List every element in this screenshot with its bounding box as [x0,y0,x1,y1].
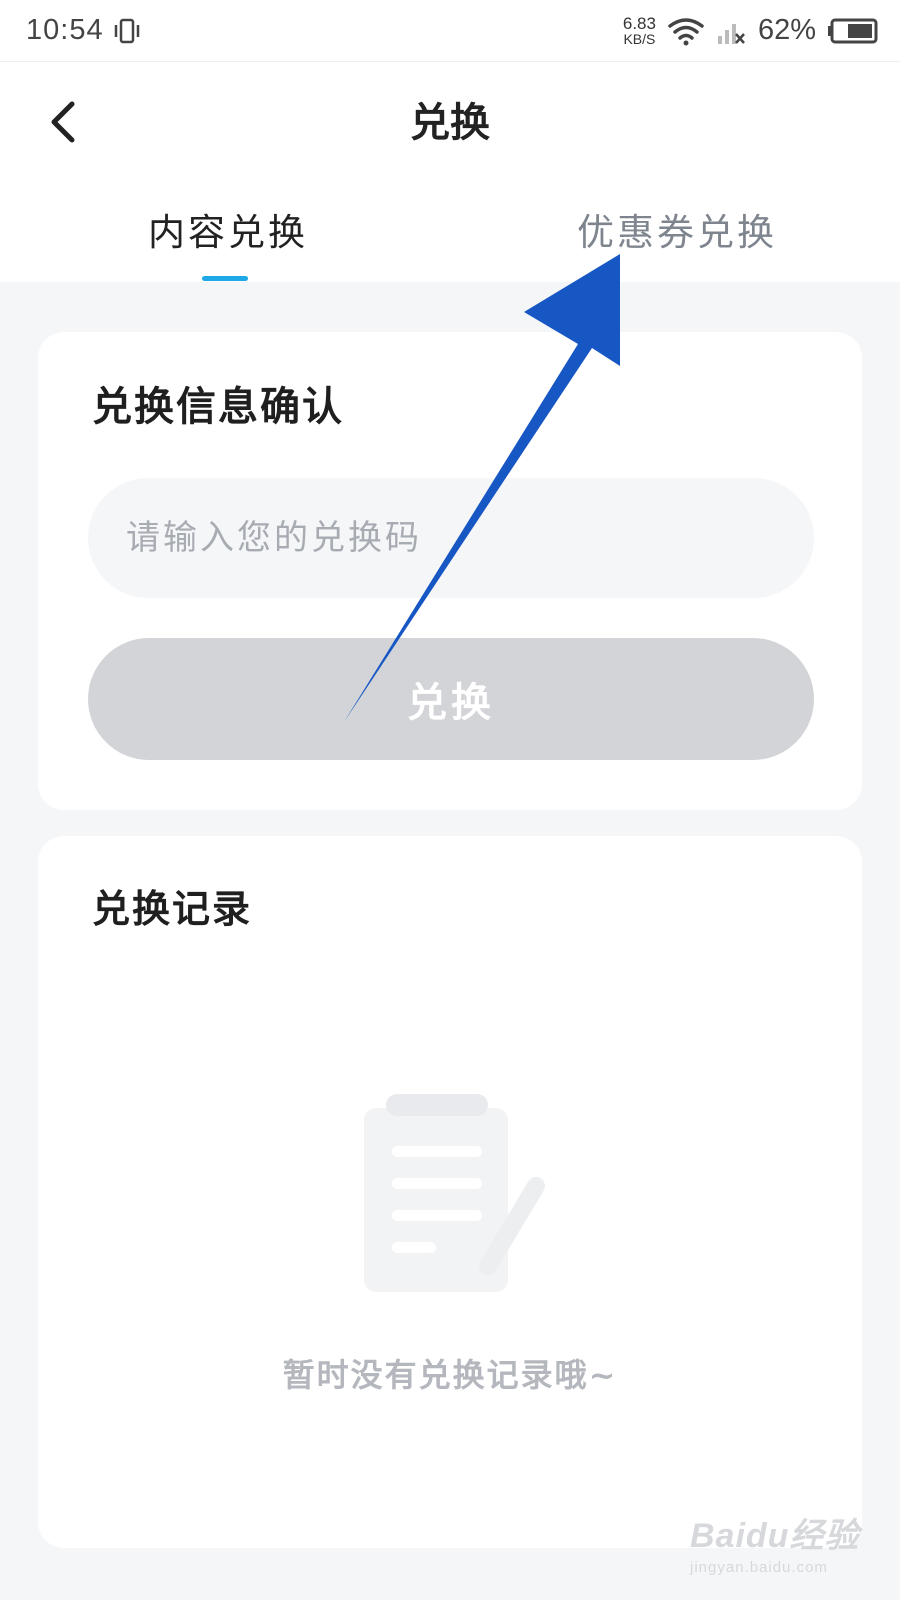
network-speed: 6.83 KB/S [623,15,656,46]
tab-coupon-redeem[interactable]: 优惠券兑换 [577,202,777,256]
clipboard-empty-icon [364,1094,545,1292]
status-time: 10:54 [26,14,104,46]
network-speed-value: 6.83 [622,14,656,33]
watermark-brand: Baidu经验 [690,1517,860,1555]
signal-off-icon [717,23,745,44]
app-header: 兑换 内容兑换 优惠券兑换 [0,62,900,282]
redeem-button[interactable]: 兑换 [88,638,814,760]
redeem-code-input[interactable] [88,478,814,598]
empty-state-text: 暂时没有兑换记录哦~ [282,1356,618,1394]
status-indicators: 6.83 KB/S 62% [623,14,878,47]
status-bar: 10:54 6.83 KB/S 62% [0,0,900,62]
page-title: 兑换 [410,99,490,146]
vibrate-icon [114,18,139,43]
battery-icon [828,18,878,43]
active-tab-indicator [202,276,248,281]
watermark-site: jingyan.baidu.com [690,1559,828,1576]
wifi-icon [668,17,704,45]
redeem-record-card: 兑换记录 暂时没有兑换记录哦~ [38,836,862,1548]
network-speed-unit: KB/S [623,31,656,47]
battery-percentage: 62% [757,14,816,46]
baidu-jingyan-watermark: Baidu经验 jingyan.baidu.com [690,1508,860,1588]
tab-content-redeem[interactable]: 内容兑换 [148,202,308,256]
redeem-confirm-card: 兑换信息确认 兑换 [38,332,862,810]
record-card-title: 兑换记录 [92,886,253,931]
confirm-card-title: 兑换信息确认 [92,383,344,430]
